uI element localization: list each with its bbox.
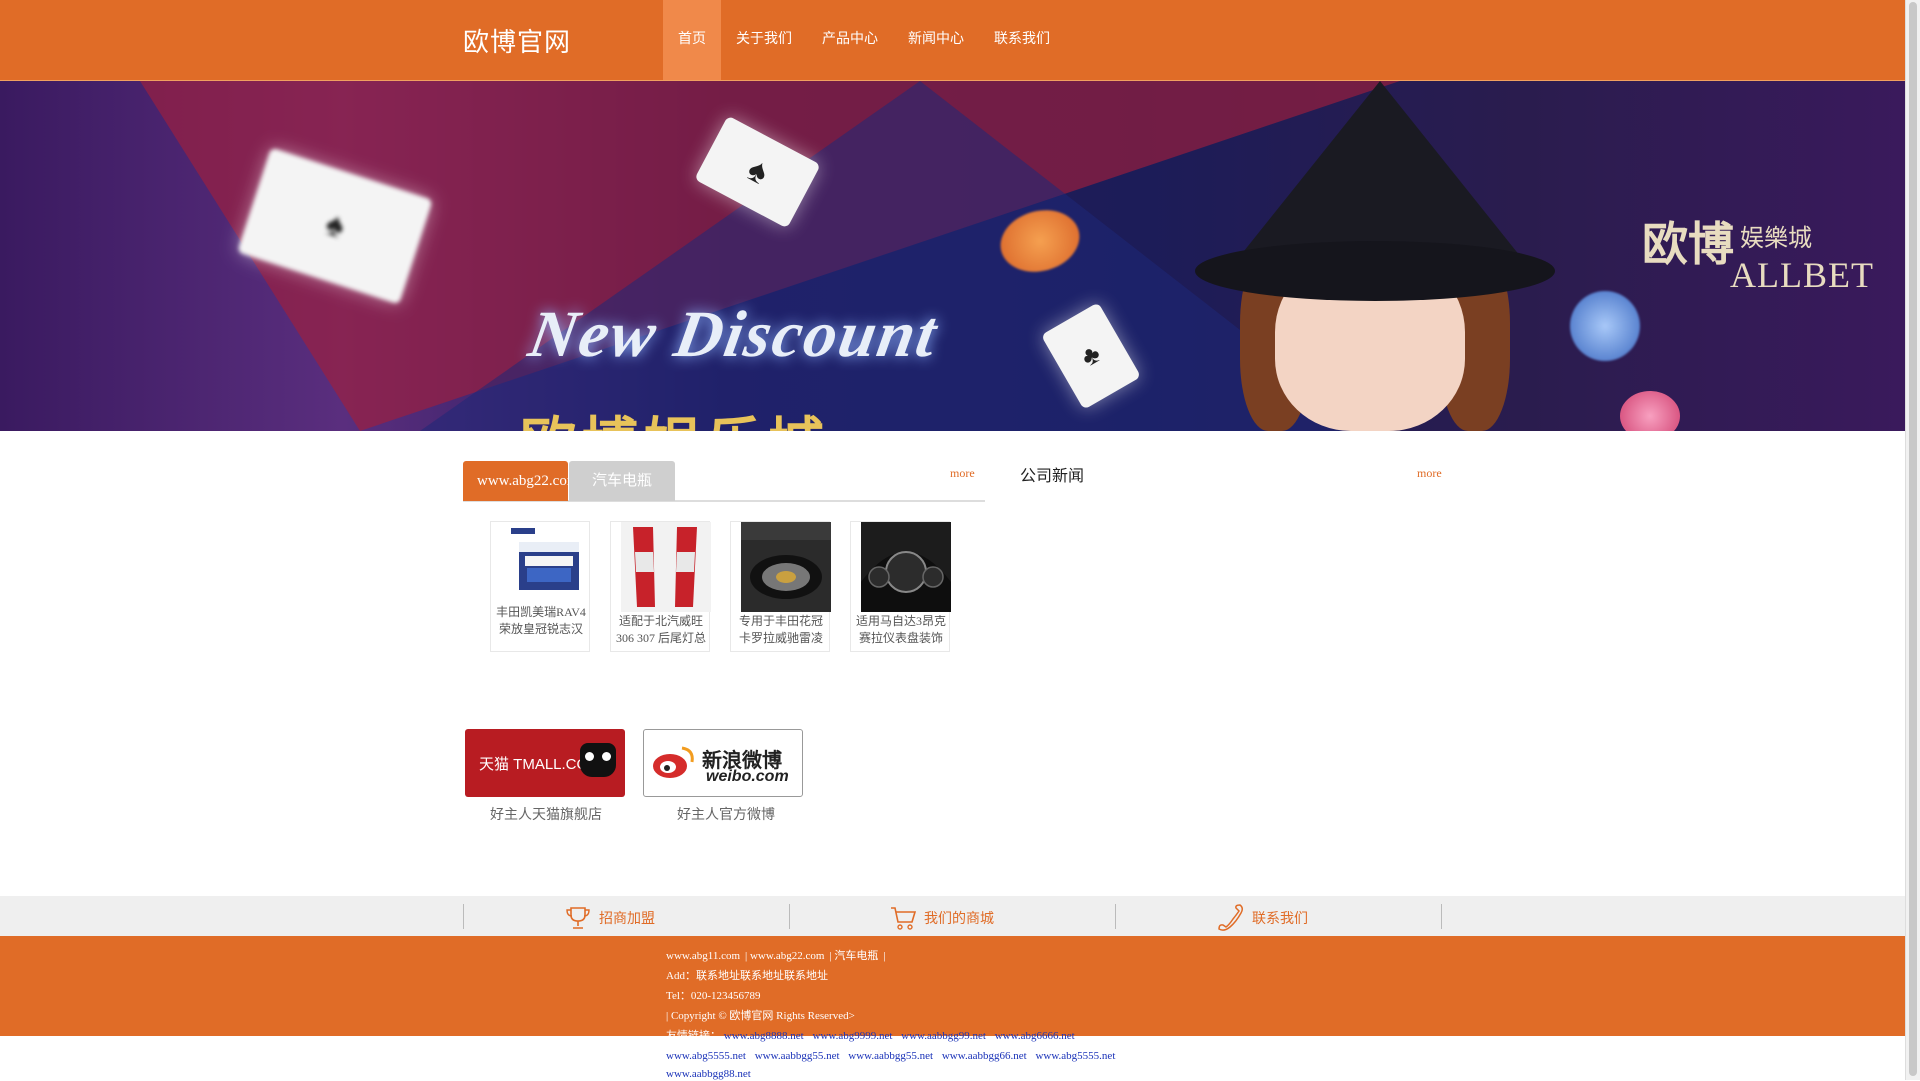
footer-tel: Tel：020-123456789: [666, 990, 761, 1002]
site-footer: [0, 936, 1905, 1036]
site-logo[interactable]: 欧博官网: [463, 22, 571, 59]
dashboard-image: [861, 522, 951, 612]
battery-image: [511, 528, 579, 590]
friend-links-label: 友情链接：: [666, 1030, 721, 1042]
friend-links-row3: www.aabbgg88.net: [666, 1067, 757, 1081]
brand-casino-text: 娱樂城: [1740, 226, 1812, 252]
footer-link[interactable]: www.abg22.com: [750, 950, 824, 962]
tab-car-battery[interactable]: 汽车电瓶: [569, 461, 675, 501]
brand-mark: 欧博: [1642, 219, 1734, 270]
friend-link[interactable]: www.abg9999.net: [812, 1030, 892, 1042]
footer-links: www.abg11.com | www.abg22.com | 汽车电瓶 |: [666, 949, 886, 963]
strip-shop[interactable]: 我们的商城: [890, 904, 994, 932]
product-card[interactable]: 专用于丰田花冠卡罗拉威驰雷凌: [730, 521, 831, 652]
product-caption: 丰田凯美瑞RAV4荣放皇冠锐志汉: [496, 605, 586, 636]
friend-link[interactable]: www.abg5555.net: [666, 1050, 746, 1062]
trophy-icon: [566, 907, 590, 929]
weibo-caption[interactable]: 好主人官方微博: [641, 804, 811, 824]
strip-join-label: 招商加盟: [599, 910, 655, 926]
strip-contact-label: 联系我们: [1252, 910, 1308, 926]
product-caption: 适配于北汽威旺306 307 后尾灯总: [615, 614, 706, 645]
footer-link[interactable]: 汽车电瓶: [834, 950, 878, 962]
brand-english: ALLBET: [1730, 255, 1874, 295]
nav-products[interactable]: 产品中心: [807, 0, 893, 80]
weibo-eye-icon: [653, 746, 694, 778]
cart-icon: [891, 907, 916, 930]
scrollbar-thumb[interactable]: [1909, 2, 1917, 1076]
strip-divider: [1115, 904, 1116, 929]
strip-divider: [1441, 904, 1442, 929]
products-more-link[interactable]: more: [950, 466, 975, 481]
footer-address: Add：联系地址联系地址联系地址: [666, 970, 828, 982]
nav-contact[interactable]: 联系我们: [979, 0, 1065, 80]
allbet-brand-logo: 欧博 娱樂城 ALLBET: [1630, 186, 1873, 306]
friend-link[interactable]: www.abg6666.net: [995, 1030, 1075, 1042]
friend-link[interactable]: www.aabbgg55.net: [848, 1050, 933, 1062]
tmall-logo[interactable]: 天猫 TMALL.COM: [465, 729, 625, 797]
product-caption: 专用于丰田花冠卡罗拉威驰雷凌: [738, 614, 823, 645]
friend-link[interactable]: www.aabbgg88.net: [666, 1068, 751, 1080]
phone-icon: [1218, 904, 1244, 931]
product-caption: 适用马自达3昂克赛拉仪表盘装饰: [855, 614, 946, 645]
speaker-image: [741, 522, 831, 612]
nav-about[interactable]: 关于我们: [721, 0, 807, 80]
banner-headline-cn: 欧博娱乐城: [520, 399, 830, 431]
friend-links-row2: www.abg5555.net www.aabbgg55.net www.aab…: [666, 1049, 1121, 1063]
footer-link[interactable]: www.abg11.com: [666, 950, 740, 962]
taillight-image: [621, 522, 711, 612]
site-header: 欧博官网 首页 关于我们 产品中心 新闻中心 联系我们: [0, 0, 1905, 82]
tmall-caption[interactable]: 好主人天猫旗舰店: [461, 804, 631, 824]
product-card[interactable]: 适配于北汽威旺306 307 后尾灯总: [610, 521, 711, 652]
strip-contact[interactable]: 联系我们: [1216, 904, 1308, 932]
tmall-cat-icon: [580, 743, 616, 777]
strip-divider: [463, 904, 464, 929]
friend-link[interactable]: www.abg5555.net: [1035, 1050, 1115, 1062]
news-more-link[interactable]: more: [1417, 466, 1442, 481]
product-card[interactable]: 丰田凯美瑞RAV4荣放皇冠锐志汉: [490, 521, 590, 652]
tab-abg22[interactable]: www.abg22.com: [463, 461, 568, 501]
footer-copyright: | Copyright © 欧博官网 Rights Reserved>: [666, 1010, 855, 1022]
friend-link[interactable]: www.aabbgg99.net: [901, 1030, 986, 1042]
nav-home[interactable]: 首页: [663, 0, 721, 80]
product-card[interactable]: 适用马自达3昂克赛拉仪表盘装饰: [850, 521, 951, 652]
strip-shop-label: 我们的商城: [924, 910, 994, 926]
friend-link[interactable]: www.abg8888.net: [724, 1030, 804, 1042]
friend-link[interactable]: www.aabbgg66.net: [942, 1050, 1027, 1062]
weibo-logo-en: weibo.com: [706, 768, 789, 785]
nav-news[interactable]: 新闻中心: [893, 0, 979, 80]
news-section-title: 公司新闻: [1020, 468, 1085, 485]
hero-banner[interactable]: ♠ ♠ ♣ New Discount 欧博娱乐城 欧博 娱樂城 ALLBET: [0, 81, 1905, 431]
weibo-logo[interactable]: 新浪微博 weibo.com: [643, 729, 803, 797]
witch-hat-brim: [1195, 241, 1555, 301]
main-nav: 首页 关于我们 产品中心 新闻中心 联系我们: [663, 0, 1065, 80]
strip-join[interactable]: 招商加盟: [565, 904, 655, 932]
friend-links-row1: 友情链接： www.abg8888.net www.abg9999.net ww…: [666, 1029, 1081, 1043]
product-tabs: www.abg22.com 汽车电瓶: [463, 460, 985, 502]
vertical-scrollbar[interactable]: [1905, 0, 1920, 1080]
banner-headline: New Discount: [523, 298, 944, 371]
footer-sep: |: [883, 950, 886, 962]
casino-chip-pink: [1620, 391, 1680, 431]
friend-link[interactable]: www.aabbgg55.net: [755, 1050, 840, 1062]
strip-divider: [789, 904, 790, 929]
